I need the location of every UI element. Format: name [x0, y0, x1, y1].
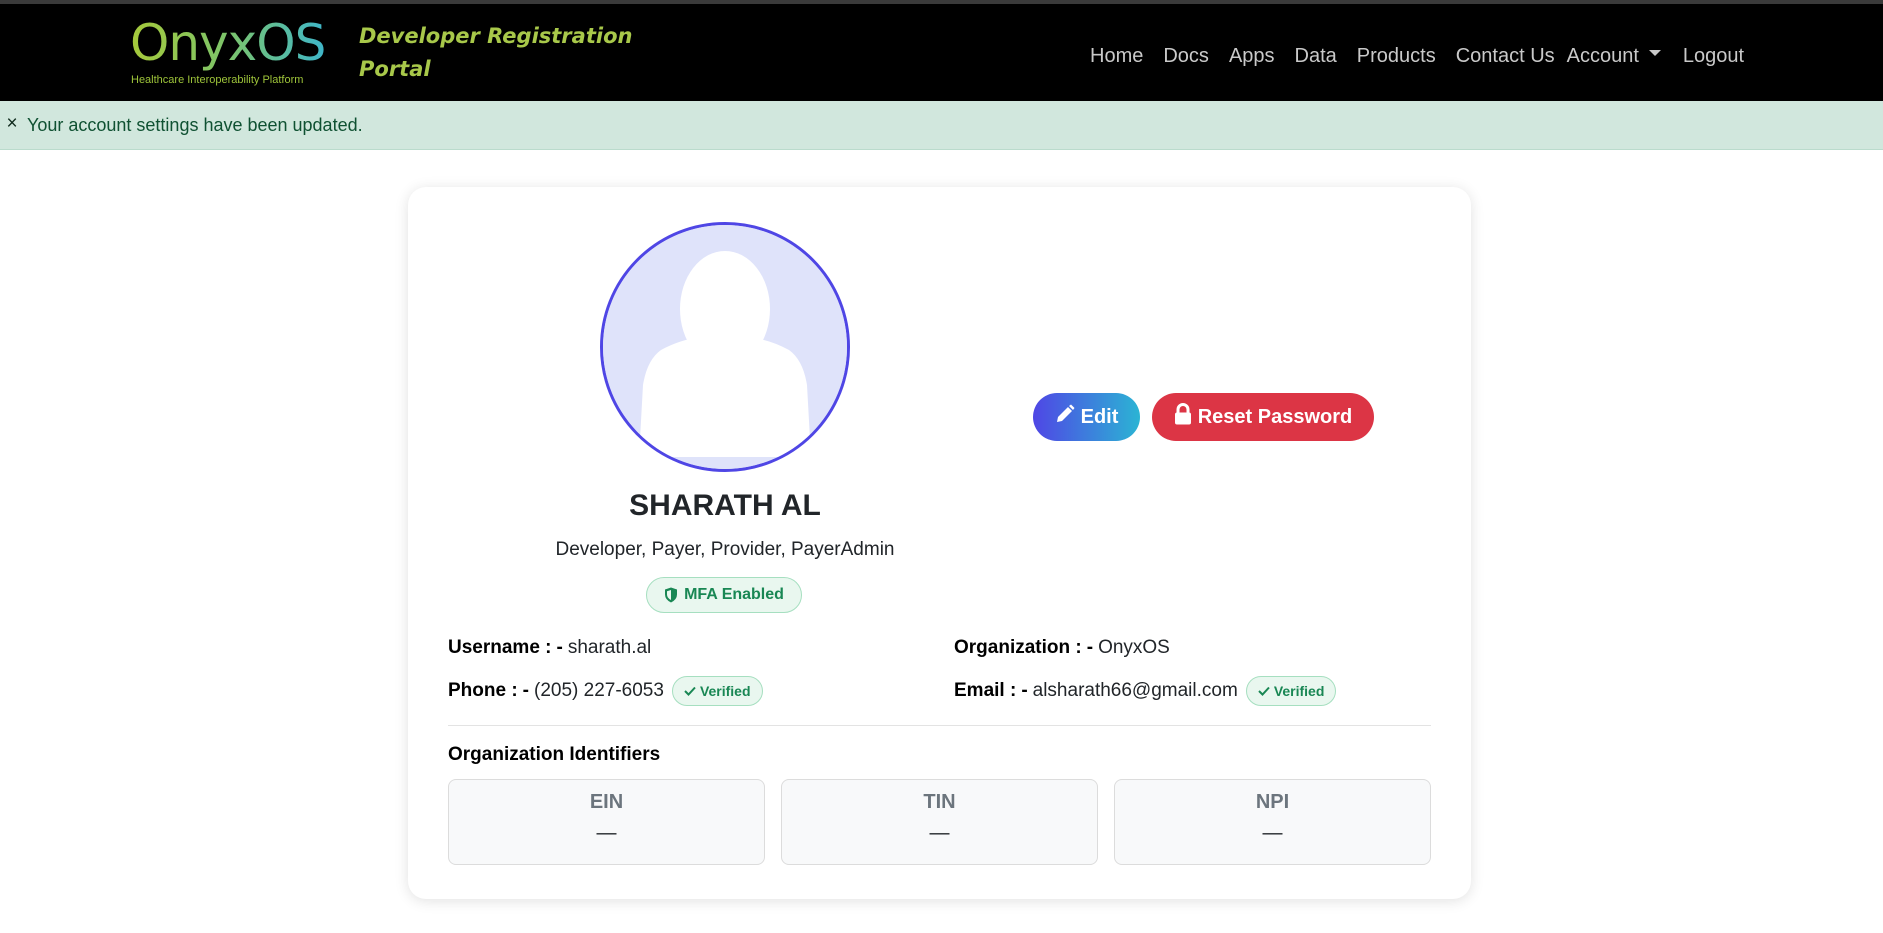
nav-home[interactable]: Home	[1090, 45, 1143, 68]
edit-button[interactable]: Edit	[1033, 393, 1140, 441]
lock-icon	[1174, 403, 1192, 431]
email-verified-badge: Verified	[1245, 676, 1337, 706]
user-name: SHARATH AL	[629, 489, 821, 522]
nav-docs[interactable]: Docs	[1163, 45, 1209, 68]
phone-verified-badge: Verified	[671, 676, 763, 706]
section-divider	[448, 725, 1431, 726]
username-separator: -	[556, 637, 563, 658]
nav-data[interactable]: Data	[1295, 45, 1337, 68]
check-icon	[684, 686, 696, 696]
email-label: Email :	[954, 680, 1017, 701]
username-value: sharath.al	[567, 637, 652, 658]
avatar	[600, 222, 850, 472]
shield-icon	[665, 587, 678, 603]
main-nav: Home Docs Apps Data Products Contact Us …	[1090, 38, 1764, 74]
email-separator: -	[1021, 680, 1028, 701]
organization-separator: -	[1086, 637, 1094, 658]
brand-tagline: Healthcare Interoperability Platform	[131, 74, 304, 86]
alert-message: Your account settings have been updated.	[27, 115, 363, 135]
verified-label: Verified	[699, 683, 751, 699]
organization-label: Organization :	[954, 637, 1082, 658]
username-label: Username :	[448, 637, 552, 658]
user-roles: Developer, Payer, Provider, PayerAdmin	[555, 539, 895, 560]
username-field: Username : - sharath.al	[448, 633, 651, 663]
tin-label: TIN	[923, 791, 956, 813]
portal-title: Developer Registration Portal	[359, 24, 633, 81]
tin-box: TIN —	[781, 779, 1098, 865]
phone-label: Phone :	[448, 680, 518, 701]
nav-account-label: Account	[1566, 44, 1639, 67]
chevron-down-icon	[1648, 50, 1661, 57]
email-field: Email : - alsharath66@gmail.com Verified	[954, 676, 1337, 706]
ein-value: —	[596, 822, 617, 844]
email-value: alsharath66@gmail.com	[1032, 680, 1238, 701]
npi-label: NPI	[1255, 791, 1290, 813]
organization-value: OnyxOS	[1098, 637, 1170, 658]
nav-products[interactable]: Products	[1357, 45, 1436, 68]
organization-identifiers-title: Organization Identifiers	[448, 744, 661, 765]
reset-password-button[interactable]: Reset Password	[1152, 393, 1374, 441]
phone-value: (205) 227-6053	[534, 680, 664, 701]
brand-logo[interactable]: OnyxOS Healthcare Interoperability Platf…	[130, 14, 340, 94]
edit-button-label: Edit	[1080, 405, 1119, 428]
check-icon	[1258, 686, 1270, 696]
user-silhouette-icon	[603, 225, 847, 469]
profile-card: Edit Reset Password SHARATH AL Developer…	[408, 187, 1471, 899]
mfa-badge-label: MFA Enabled	[684, 586, 784, 603]
nav-account-dropdown[interactable]: Account	[1567, 45, 1661, 68]
nav-contact[interactable]: Contact Us	[1456, 45, 1555, 68]
close-icon[interactable]: ×	[2, 112, 22, 136]
tin-value: —	[929, 822, 950, 844]
success-alert: × Your account settings have been update…	[0, 101, 1883, 150]
verified-label: Verified	[1273, 683, 1325, 699]
phone-separator: -	[522, 680, 529, 701]
reset-password-label: Reset Password	[1197, 405, 1353, 428]
ein-label: EIN	[589, 791, 624, 813]
pencil-icon	[1055, 404, 1075, 430]
npi-value: —	[1262, 822, 1283, 844]
mfa-status-badge: MFA Enabled	[646, 577, 802, 613]
npi-box: NPI —	[1114, 779, 1431, 865]
brand-name: OnyxOS	[130, 14, 326, 72]
organization-field: Organization : - OnyxOS	[954, 633, 1170, 663]
ein-box: EIN —	[448, 779, 765, 865]
navbar: OnyxOS Healthcare Interoperability Platf…	[0, 4, 1883, 101]
nav-apps[interactable]: Apps	[1229, 45, 1275, 68]
phone-field: Phone : - (205) 227-6053 Verified	[448, 676, 763, 706]
nav-logout[interactable]: Logout	[1683, 45, 1744, 68]
